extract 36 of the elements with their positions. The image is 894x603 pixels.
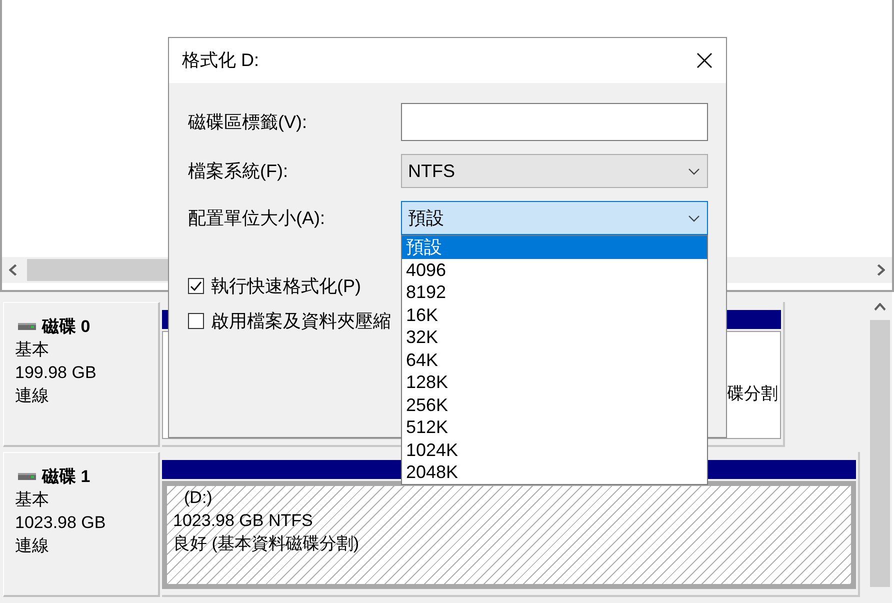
chevron-down-icon[interactable] (688, 168, 700, 174)
dropdown-option[interactable]: 預設 (402, 236, 707, 258)
chevron-down-icon[interactable] (688, 214, 700, 222)
checkbox[interactable] (188, 278, 204, 294)
dropdown-select[interactable]: 預設 (401, 201, 708, 235)
partition-status: 良好 (基本資料磁碟分割) (173, 533, 360, 555)
disk-drive-icon (18, 473, 36, 480)
disk-size: 199.98 GB (15, 362, 98, 384)
dialog-title: 格式化 D: (182, 49, 260, 72)
dropdown-select[interactable]: NTFS (401, 154, 708, 188)
disk-size: 1023.98 GB (15, 512, 107, 534)
disk-status: 連線 (15, 535, 50, 557)
partition-block[interactable]: (D:) 1023.98 GB NTFS 良好 (基本資料磁碟分割) (162, 481, 856, 589)
scroll-up-icon[interactable] (874, 303, 886, 311)
disk-info-panel[interactable]: 磁碟 0 基本 199.98 GB 連線 (3, 302, 160, 447)
disk-type: 基本 (15, 489, 50, 511)
field-label: 檔案系統(F): (188, 160, 288, 183)
field-label: 配置單位大小(A): (188, 206, 325, 230)
disk-status: 連線 (15, 385, 50, 407)
checkbox-label[interactable]: 執行快速格式化(P) (211, 275, 361, 297)
checkbox-label[interactable]: 啟用檔案及資料夾壓縮 (211, 310, 391, 332)
disk-name: 磁碟 1 (42, 466, 90, 488)
disk-drive-icon (18, 323, 36, 330)
partition-drive-letter: (D:) (184, 487, 212, 509)
disk-type: 基本 (15, 339, 50, 361)
partition-status: 碟分割 (727, 383, 778, 405)
close-icon[interactable] (697, 53, 712, 68)
partition-size: 1023.98 GB NTFS (173, 510, 313, 532)
scrollbar-thumb[interactable] (870, 320, 890, 587)
scroll-left-icon[interactable] (9, 264, 17, 276)
field-label: 磁碟區標籤(V): (188, 110, 307, 134)
text-field[interactable] (401, 103, 708, 141)
disk-info-panel[interactable]: 磁碟 1 基本 1023.98 GB 連線 (3, 452, 160, 597)
checkbox[interactable] (188, 313, 204, 329)
disk-name: 磁碟 0 (42, 316, 90, 338)
scroll-right-icon[interactable] (877, 264, 885, 276)
